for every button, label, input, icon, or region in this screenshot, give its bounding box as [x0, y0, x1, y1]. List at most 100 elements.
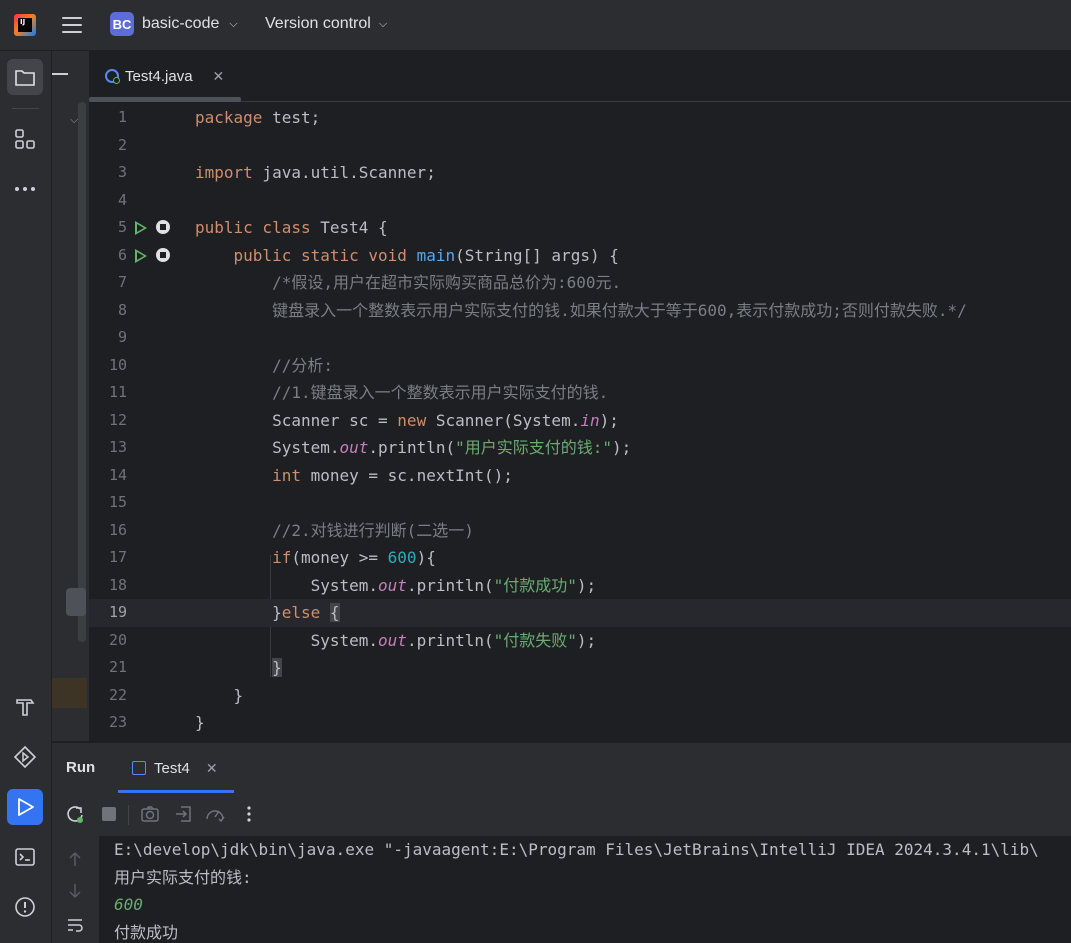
code-line[interactable]: 7 /*假设,用户在超市实际购买商品总价为:600元. [89, 269, 1071, 297]
code-text[interactable]: package test; [195, 104, 320, 132]
minimize-icon[interactable] [52, 73, 68, 75]
code-text[interactable]: //分析: [195, 352, 333, 380]
terminal-icon[interactable] [7, 839, 43, 875]
code-line[interactable]: 6 public static void main(String[] args)… [89, 242, 1071, 270]
code-line[interactable]: 22 } [89, 682, 1071, 710]
scroll-down-icon[interactable] [64, 880, 86, 902]
code-line[interactable]: 21 } [89, 654, 1071, 682]
code-line[interactable]: 17 if(money >= 600){ [89, 544, 1071, 572]
project-scrollbar[interactable] [78, 102, 86, 642]
code-text[interactable]: int money = sc.nextInt(); [195, 462, 513, 490]
line-number[interactable]: 5 [89, 214, 127, 242]
run-gutter-icon[interactable] [135, 248, 147, 263]
code-text[interactable]: } [195, 709, 205, 737]
structure-icon[interactable] [7, 121, 43, 157]
close-icon[interactable]: ✕ [213, 68, 225, 85]
line-number[interactable]: 6 [89, 242, 127, 270]
code-line[interactable]: 12 Scanner sc = new Scanner(System.in); [89, 407, 1071, 435]
code-text[interactable]: /*假设,用户在超市实际购买商品总价为:600元. [195, 269, 621, 297]
code-line[interactable]: 9 [89, 324, 1071, 352]
line-number[interactable]: 14 [89, 462, 127, 490]
code-line[interactable]: 3 import java.util.Scanner; [89, 159, 1071, 187]
more-options-icon[interactable] [238, 803, 260, 825]
tab-test4-java[interactable]: Test4.java ✕ [89, 51, 241, 101]
line-number[interactable]: 8 [89, 297, 127, 325]
run-tab-test4[interactable]: Test4 ✕ [118, 743, 234, 793]
line-number[interactable]: 22 [89, 682, 127, 710]
line-number[interactable]: 17 [89, 544, 127, 572]
line-number[interactable]: 20 [89, 627, 127, 655]
code-line[interactable]: 1 package test; [89, 104, 1071, 132]
code-text[interactable]: System.out.println("用户实际支付的钱:"); [195, 434, 631, 462]
run-tool-icon[interactable] [7, 789, 43, 825]
stop-gutter-icon[interactable] [156, 220, 170, 234]
code-text[interactable]: } [195, 654, 282, 682]
scroll-up-icon[interactable] [64, 848, 86, 870]
line-number[interactable]: 13 [89, 434, 127, 462]
gauge-icon[interactable] [204, 803, 226, 825]
code-line[interactable]: 5 public class Test4 { [89, 214, 1071, 242]
run-gutter-icon[interactable] [135, 221, 147, 235]
line-number[interactable]: 19 [89, 599, 127, 627]
code-line[interactable]: 14 int money = sc.nextInt(); [89, 462, 1071, 490]
problems-icon[interactable] [7, 889, 43, 925]
code-line[interactable]: 4 [89, 187, 1071, 215]
code-text[interactable]: //1.键盘录入一个整数表示用户实际支付的钱. [195, 379, 608, 407]
code-text[interactable]: if(money >= 600){ [195, 544, 436, 572]
code-text[interactable]: } [195, 682, 244, 710]
line-number[interactable]: 16 [89, 517, 127, 545]
code-line[interactable]: 20 System.out.println("付款失败"); [89, 627, 1071, 655]
code-text[interactable]: 键盘录入一个整数表示用户实际支付的钱.如果付款大于等于600,表示付款成功;否则… [195, 297, 967, 325]
line-number[interactable]: 21 [89, 654, 127, 682]
main-menu-icon[interactable] [62, 15, 82, 35]
title-bar: IJ BC basic-code ⌵ Version control ⌵ [0, 0, 1071, 51]
stop-gutter-icon[interactable] [156, 247, 170, 262]
code-text[interactable]: //2.对钱进行判断(二选一) [195, 517, 474, 545]
camera-icon[interactable] [139, 803, 161, 825]
code-text[interactable]: System.out.println("付款成功"); [195, 572, 597, 600]
code-editor[interactable]: 1 package test; 2 3 import java.util.Scanner… [89, 102, 1071, 742]
code-text[interactable]: Scanner sc = new Scanner(System.in); [195, 407, 619, 435]
line-number[interactable]: 15 [89, 489, 127, 517]
soft-wrap-icon[interactable] [64, 914, 86, 936]
code-line[interactable]: 11 //1.键盘录入一个整数表示用户实际支付的钱. [89, 379, 1071, 407]
line-number[interactable]: 2 [89, 132, 127, 160]
code-line[interactable]: 10 //分析: [89, 352, 1071, 380]
code-line[interactable]: 2 [89, 132, 1071, 160]
line-number[interactable]: 23 [89, 709, 127, 737]
stop-icon[interactable] [98, 803, 120, 825]
intellij-logo-icon[interactable]: IJ [14, 14, 36, 36]
line-number[interactable]: 7 [89, 269, 127, 297]
version-control-selector[interactable]: Version control ⌵ [265, 15, 387, 33]
project-folder-icon[interactable] [7, 59, 43, 95]
console-output[interactable]: E:\develop\jdk\bin\java.exe "-javaagent:… [99, 836, 1071, 943]
services-icon[interactable] [7, 739, 43, 775]
rerun-icon[interactable] [64, 803, 86, 825]
line-number[interactable]: 1 [89, 104, 127, 132]
line-number[interactable]: 3 [89, 159, 127, 187]
build-hammer-icon[interactable] [7, 689, 43, 725]
project-selector[interactable]: BC basic-code ⌵ [110, 12, 238, 36]
code-line[interactable]: 16 //2.对钱进行判断(二选一) [89, 517, 1071, 545]
project-scrollbar-thumb[interactable] [66, 588, 86, 616]
line-number[interactable]: 10 [89, 352, 127, 380]
code-text[interactable]: public static void main(String[] args) { [195, 242, 619, 270]
line-number[interactable]: 12 [89, 407, 127, 435]
exit-icon[interactable] [172, 803, 194, 825]
code-line[interactable]: 8 键盘录入一个整数表示用户实际支付的钱.如果付款大于等于600,表示付款成功;… [89, 297, 1071, 325]
line-number[interactable]: 18 [89, 572, 127, 600]
code-line[interactable]: 13 System.out.println("用户实际支付的钱:"); [89, 434, 1071, 462]
more-tools-icon[interactable] [7, 171, 43, 207]
code-text[interactable]: }else { [195, 599, 340, 627]
code-line[interactable]: 19 }else { [89, 599, 1071, 627]
close-icon[interactable]: ✕ [206, 760, 218, 777]
code-line[interactable]: 18 System.out.println("付款成功"); [89, 572, 1071, 600]
line-number[interactable]: 11 [89, 379, 127, 407]
code-text[interactable]: import java.util.Scanner; [195, 159, 436, 187]
line-number[interactable]: 4 [89, 187, 127, 215]
code-line[interactable]: 15 [89, 489, 1071, 517]
code-text[interactable]: public class Test4 { [195, 214, 388, 242]
code-line[interactable]: 23} [89, 709, 1071, 737]
code-text[interactable]: System.out.println("付款失败"); [195, 627, 597, 655]
line-number[interactable]: 9 [89, 324, 127, 352]
